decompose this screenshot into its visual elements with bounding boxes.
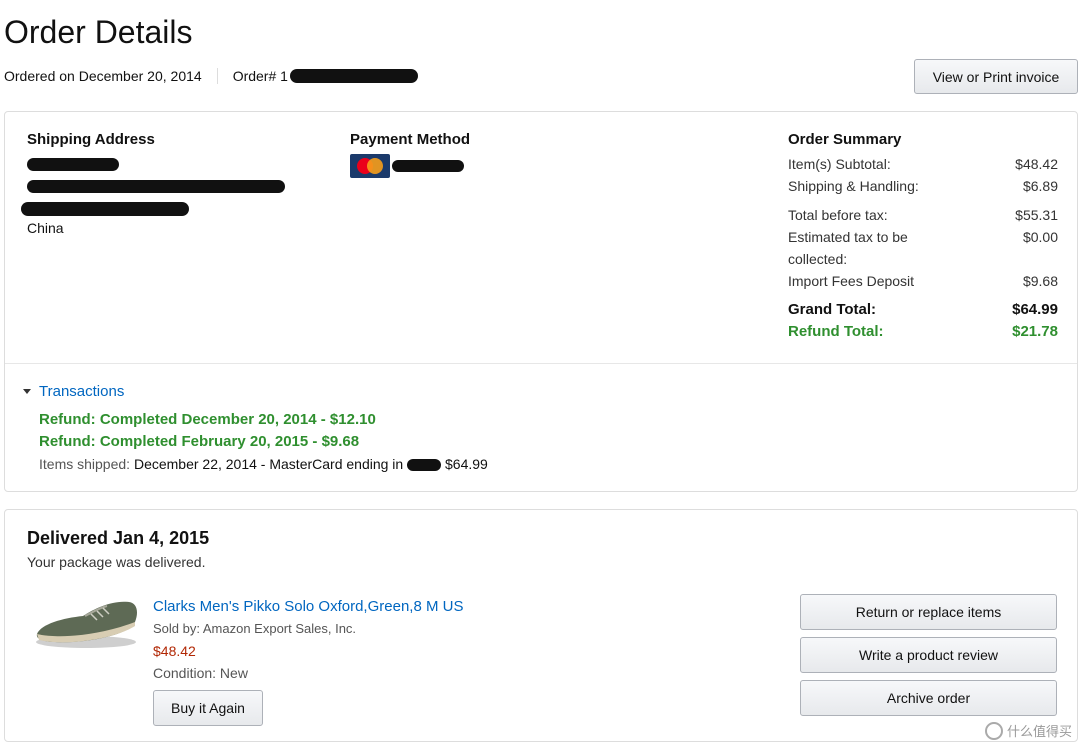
payment-method: Payment Method — [350, 131, 650, 178]
return-replace-button[interactable]: Return or replace items — [800, 594, 1057, 630]
order-number: Order# 1 — [232, 68, 288, 84]
transactions-list: Refund: Completed December 20, 2014 - $1… — [39, 409, 488, 475]
watermark-icon — [984, 721, 1003, 740]
watermark: 什么值得买 — [984, 721, 1072, 740]
transaction-refund-1: Refund: Completed December 20, 2014 - $1… — [39, 411, 376, 428]
shipping-address: Shipping Address China — [21, 131, 327, 236]
delivery-status: Delivered Jan 4, 2015 — [27, 528, 210, 548]
meta-divider — [216, 68, 218, 84]
order-date: Ordered on December 20, 2014 — [4, 68, 202, 84]
summary-heading: Order Summary — [788, 131, 902, 148]
summary-row-shipping: Shipping & Handling: $6.89 — [788, 178, 1058, 194]
redacted-card-digits — [407, 459, 442, 472]
redacted-address — [21, 158, 327, 216]
summary-refund-total: Refund Total: $21.78 — [788, 323, 1058, 340]
view-print-invoice-button[interactable]: View or Print invoice — [914, 59, 1078, 94]
payment-card — [350, 154, 650, 178]
summary-row-tax: Estimated tax to be collected: $0.00 — [788, 229, 1058, 267]
product-image[interactable] — [33, 594, 139, 650]
redacted-card-number — [392, 160, 464, 172]
page-title: Order Details — [4, 14, 193, 50]
payment-heading: Payment Method — [350, 131, 471, 148]
item-title-link[interactable]: Clarks Men's Pikko Solo Oxford,Green,8 M… — [153, 596, 463, 618]
transaction-shipped: Items shipped: December 22, 2014 - Maste… — [39, 456, 488, 472]
caret-down-icon — [23, 389, 31, 394]
shipping-heading: Shipping Address — [27, 131, 155, 148]
transaction-refund-2: Refund: Completed February 20, 2015 - $9… — [39, 433, 360, 450]
order-summary: Order Summary Item(s) Subtotal: $48.42 S… — [788, 131, 1058, 343]
summary-row-before-tax: Total before tax: $55.31 — [788, 207, 1058, 223]
item-seller: Sold by: Amazon Export Sales, Inc. — [153, 621, 357, 636]
summary-grand-total: Grand Total: $64.99 — [788, 301, 1058, 318]
shipping-country: China — [27, 220, 64, 236]
shipment-card: Delivered Jan 4, 2015 Your package was d… — [4, 509, 1078, 742]
order-meta: Ordered on December 20, 2014 Order# 1 — [4, 68, 418, 84]
redacted-line — [21, 202, 189, 216]
order-info-card: Shipping Address China Payment Method Or… — [4, 111, 1078, 492]
item-condition: Condition: New — [153, 665, 248, 681]
mastercard-icon — [350, 154, 390, 178]
transactions-toggle[interactable]: Transactions — [23, 383, 124, 400]
summary-row-subtotal: Item(s) Subtotal: $48.42 — [788, 156, 1058, 172]
item-details: Clarks Men's Pikko Solo Oxford,Green,8 M… — [153, 596, 463, 726]
redacted-line — [27, 180, 285, 193]
summary-row-import-fees: Import Fees Deposit $9.68 — [788, 273, 1058, 289]
write-review-button[interactable]: Write a product review — [800, 637, 1057, 673]
section-divider — [5, 363, 1077, 364]
buy-again-button[interactable]: Buy it Again — [153, 690, 263, 726]
redacted-order-number — [289, 69, 418, 83]
delivery-subtitle: Your package was delivered. — [27, 554, 206, 570]
redacted-line — [27, 158, 119, 171]
archive-order-button[interactable]: Archive order — [800, 680, 1057, 716]
item-price: $48.42 — [153, 643, 196, 659]
